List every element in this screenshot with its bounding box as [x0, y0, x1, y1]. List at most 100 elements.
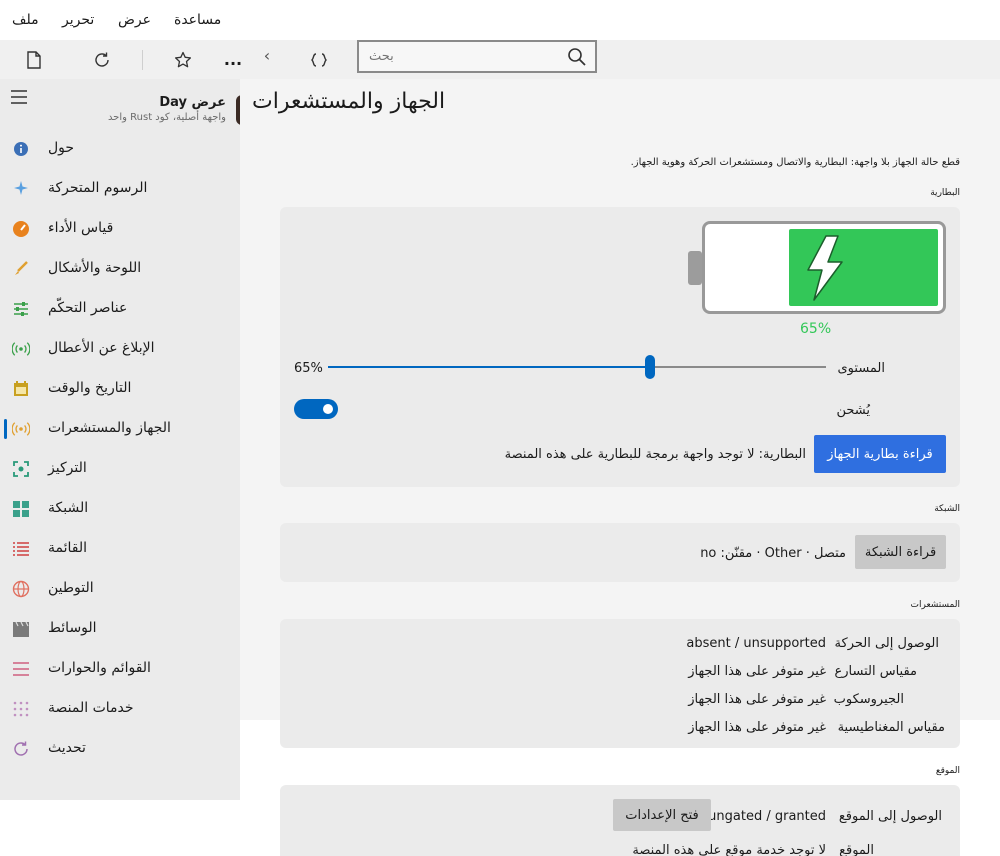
sidebar-item-label: الجهاز والمستشعرات: [48, 420, 171, 436]
refresh-icon: [95, 52, 109, 67]
level-value: 65%: [294, 361, 323, 376]
sidebar-item-label: التركيز: [48, 460, 87, 476]
sidebar-item-13[interactable]: القوائم والحوارات: [0, 649, 240, 689]
selected-indicator: [4, 419, 7, 439]
favorite-button[interactable]: [166, 40, 200, 79]
broadcast-icon: [12, 420, 30, 438]
search-icon[interactable]: [567, 47, 587, 67]
sidebar-item-label: الشبكة: [48, 500, 89, 516]
hamburger-menu-button[interactable]: [10, 90, 32, 110]
sidebar-item-10[interactable]: القائمة: [0, 529, 240, 569]
sliders-icon: [12, 300, 30, 318]
page-title: الجهاز والمستشعرات: [252, 89, 446, 114]
menu-lines-icon: [12, 660, 30, 678]
sidebar-item-7[interactable]: الجهاز والمستشعرات: [0, 409, 240, 449]
sidebar-item-label: الوسائط: [48, 620, 97, 636]
location-access-label: الوصول إلى الموقع: [838, 809, 942, 824]
document-icon: [27, 50, 41, 69]
charging-toggle[interactable]: [294, 399, 338, 419]
lightning-bolt-icon: [807, 235, 843, 301]
search-box: [357, 40, 597, 73]
reload-button[interactable]: [85, 40, 119, 79]
code-button[interactable]: [302, 40, 336, 79]
sidebar-item-9[interactable]: الشبكة: [0, 489, 240, 529]
broadcast-icon: [12, 340, 30, 358]
menu-edit[interactable]: تحرير: [62, 12, 94, 28]
toolbar-separator: [142, 50, 143, 70]
sensor-label-accelerometer: مقياس التسارع: [834, 664, 917, 679]
level-slider-fill: [328, 366, 650, 368]
list-icon: [12, 540, 30, 558]
calendar-icon: [12, 380, 30, 398]
sidebar-item-5[interactable]: الإبلاغ عن الأعطال: [0, 329, 240, 369]
sidebar-item-label: القوائم والحوارات: [48, 660, 151, 676]
toggle-knob: [323, 404, 333, 414]
sidebar-item-label: الرسوم المتحركة: [48, 180, 148, 196]
search-input[interactable]: [369, 42, 559, 71]
sidebar-item-0[interactable]: حول: [0, 129, 240, 169]
sidebar-item-14[interactable]: خدمات المنصة: [0, 689, 240, 729]
hamburger-icon: [11, 90, 27, 104]
sidebar-item-2[interactable]: قياس الأداء: [0, 209, 240, 249]
menu-help[interactable]: مساعدة: [174, 12, 221, 28]
sensor-value-accelerometer: غير متوفر على هذا الجهاز: [688, 664, 826, 679]
sensor-label-gyroscope: الجيروسكوب: [833, 692, 904, 707]
sensor-label-motion: الوصول إلى الحركة: [834, 636, 939, 651]
sidebar-item-12[interactable]: الوسائط: [0, 609, 240, 649]
app-subtitle: واجهة أصلية، كود Rust واحد: [107, 112, 226, 123]
sidebar-item-6[interactable]: التاريخ والوقت: [0, 369, 240, 409]
sensor-value-gyroscope: غير متوفر على هذا الجهاز: [688, 692, 826, 707]
charging-label: يُشحن: [836, 403, 870, 418]
location-section-label: الموقع: [935, 766, 960, 776]
brush-icon: [12, 260, 30, 278]
sidebar-item-3[interactable]: اللوحة والأشكال: [0, 249, 240, 289]
menu-view[interactable]: عرض: [118, 12, 151, 28]
globe-icon: [12, 580, 30, 598]
sidebar-item-label: خدمات المنصة: [48, 700, 134, 716]
battery-status: البطارية: لا توجد واجهة برمجة للبطارية ع…: [504, 447, 806, 462]
network-section-label: الشبكة: [934, 504, 960, 514]
level-slider-thumb[interactable]: [645, 355, 655, 379]
sidebar-item-label: تحديث: [48, 740, 86, 756]
battery-section-label: البطارية: [930, 188, 960, 198]
location-label: الموقع: [839, 843, 874, 856]
dots-grid-icon: [12, 700, 30, 718]
battery-percent: 65%: [800, 321, 832, 337]
sensor-value-motion: absent / unsupported: [686, 636, 826, 651]
chevron-left-icon[interactable]: ‹: [250, 36, 284, 75]
sidebar-item-15[interactable]: تحديث: [0, 729, 240, 769]
info-icon: [12, 140, 30, 158]
gauge-icon: [12, 220, 30, 238]
read-network-button[interactable]: قراءة الشبكة: [855, 535, 946, 569]
sidebar-item-1[interactable]: الرسوم المتحركة: [0, 169, 240, 209]
location-value: لا توجد خدمة موقع على هذه المنصة: [632, 843, 826, 856]
app-title: عرض Day: [159, 95, 226, 110]
more-button[interactable]: ...: [216, 40, 250, 79]
page-description: قطع حالة الجهاز بلا واجهة: البطارية والا…: [630, 157, 960, 168]
battery-terminal: [688, 251, 702, 285]
sparkle-icon: [12, 180, 30, 198]
menu-file[interactable]: ملف: [12, 12, 39, 28]
sidebar-item-label: قياس الأداء: [48, 220, 114, 236]
refresh-icon: [12, 740, 30, 758]
clapper-icon: [12, 620, 30, 638]
level-label: المستوى: [837, 361, 886, 376]
star-icon: [174, 51, 192, 67]
sidebar-item-label: التاريخ والوقت: [48, 380, 132, 396]
sensor-value-magnetometer: غير متوفر على هذا الجهاز: [688, 720, 826, 735]
location-access-value: ungated / granted: [708, 809, 826, 824]
sensors-section-label: المستشعرات: [910, 600, 961, 610]
sidebar-item-8[interactable]: التركيز: [0, 449, 240, 489]
sidebar-item-label: القائمة: [48, 540, 87, 556]
sidebar-item-label: حول: [48, 140, 75, 156]
open-settings-button[interactable]: فتح الإعدادات: [613, 799, 711, 831]
sidebar-item-label: الإبلاغ عن الأعطال: [48, 340, 155, 356]
sidebar-item-4[interactable]: عناصر التحكّم: [0, 289, 240, 329]
new-document-button[interactable]: [17, 40, 51, 79]
network-status: متصل · Other · مقنّن: no: [700, 546, 846, 561]
focus-icon: [12, 460, 30, 478]
grid-icon: [12, 500, 30, 518]
read-battery-button[interactable]: قراءة بطارية الجهاز: [814, 435, 946, 473]
sidebar-item-label: اللوحة والأشكال: [48, 260, 142, 276]
sidebar-item-11[interactable]: التوطين: [0, 569, 240, 609]
